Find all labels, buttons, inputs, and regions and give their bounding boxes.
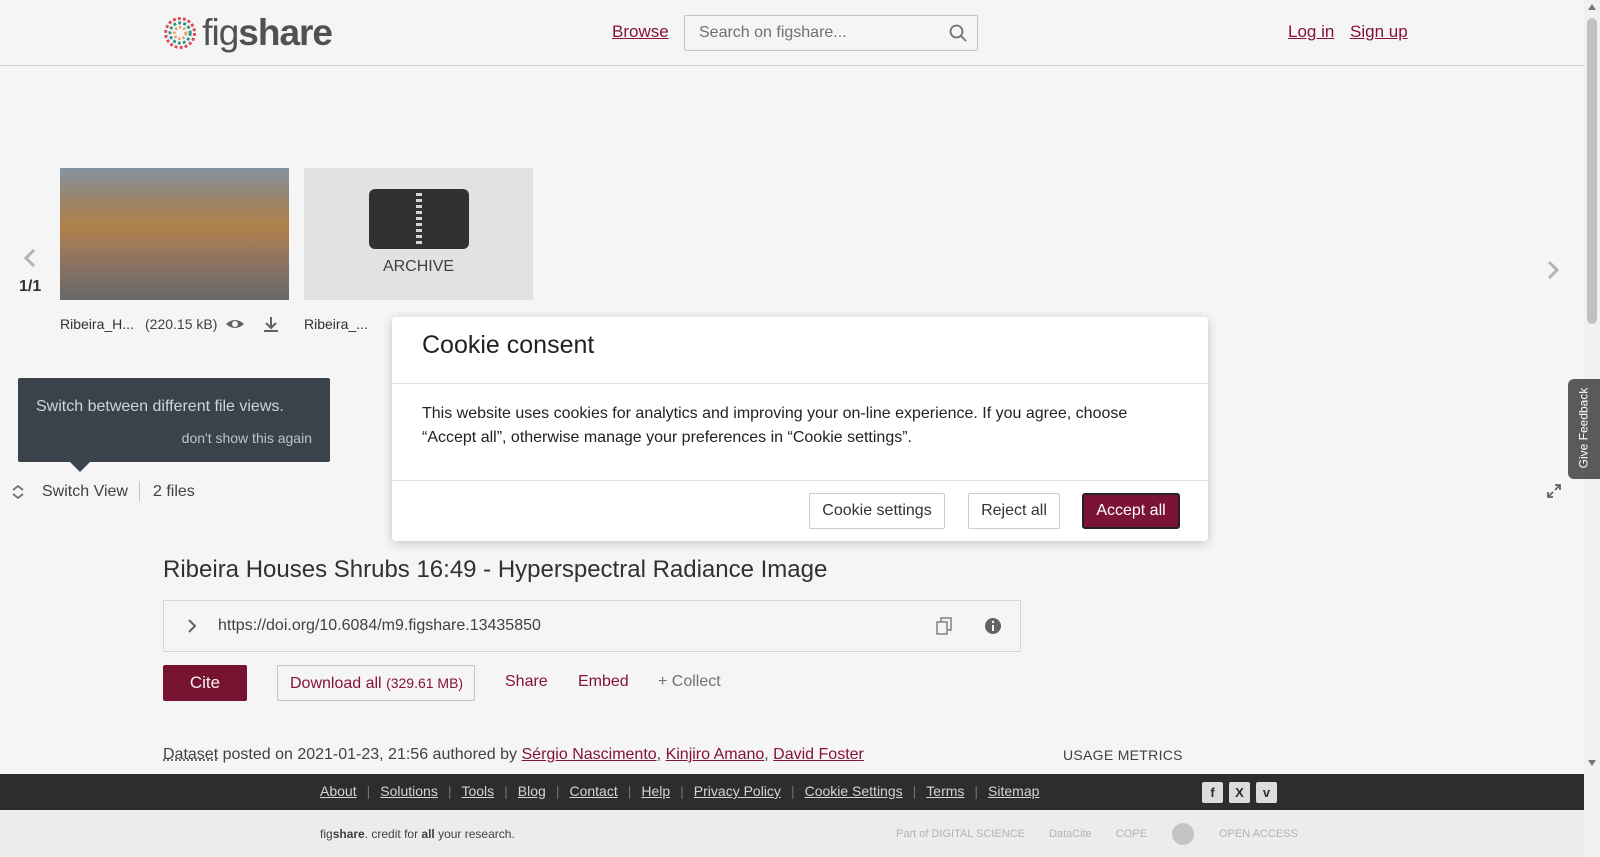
dialog-title: Cookie consent <box>422 331 595 359</box>
scroll-down-icon[interactable] <box>1588 760 1596 766</box>
dialog-body: This website uses cookies for analytics … <box>422 405 1128 446</box>
scrollbar-thumb[interactable] <box>1587 18 1597 324</box>
accept-all-button[interactable]: Accept all <box>1082 493 1180 529</box>
page: figshare Browse Log in Sign up 1/1 ARC <box>0 0 1600 857</box>
cookie-consent-dialog: Cookie consent This website uses cookies… <box>392 317 1208 541</box>
divider <box>392 383 1208 384</box>
give-feedback-tab[interactable]: Give Feedback <box>1568 379 1600 479</box>
feedback-label: Give Feedback <box>1576 387 1591 469</box>
divider <box>392 480 1208 481</box>
scroll-up-icon[interactable] <box>1588 4 1596 10</box>
cookie-settings-button[interactable]: Cookie settings <box>809 493 945 529</box>
reject-all-button[interactable]: Reject all <box>968 493 1060 529</box>
